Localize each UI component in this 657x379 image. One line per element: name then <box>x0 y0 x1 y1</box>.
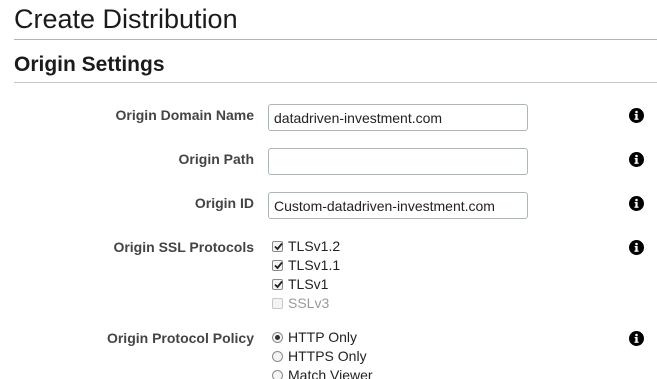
info-circle-icon[interactable] <box>629 240 644 255</box>
origin-domain-name-label: Origin Domain Name <box>115 107 254 123</box>
info-circle-icon[interactable] <box>629 196 644 211</box>
protocol-option-http-only[interactable]: HTTP Only <box>272 328 357 346</box>
origin-id-input[interactable] <box>268 192 528 219</box>
checkbox-disabled <box>272 297 283 309</box>
ssl-option-label: TLSv1 <box>288 276 329 292</box>
create-distribution-page: Create Distribution Origin Settings Orig… <box>0 0 657 379</box>
ssl-option-label: TLSv1.1 <box>288 257 341 273</box>
ssl-option-sslv3: SSLv3 <box>272 294 329 312</box>
ssl-option-tlsv1-2[interactable]: TLSv1.2 <box>272 237 340 255</box>
protocol-option-label: Match Viewer <box>288 367 373 379</box>
protocol-option-label: HTTPS Only <box>288 348 367 364</box>
radio-unselected[interactable] <box>272 350 283 362</box>
info-circle-icon[interactable] <box>629 152 644 167</box>
section-title: Origin Settings <box>14 53 165 76</box>
ssl-option-label: SSLv3 <box>288 295 330 311</box>
title-divider <box>14 39 657 40</box>
page-title: Create Distribution <box>14 4 238 34</box>
origin-path-input[interactable] <box>268 148 528 175</box>
origin-domain-name-input[interactable] <box>268 104 528 131</box>
radio-unselected[interactable] <box>272 369 283 379</box>
info-circle-icon[interactable] <box>629 108 644 123</box>
protocol-option-match-viewer[interactable]: Match Viewer <box>272 366 373 379</box>
ssl-option-tlsv1-1[interactable]: TLSv1.1 <box>272 256 340 274</box>
origin-id-label: Origin ID <box>194 195 254 211</box>
protocol-option-https-only[interactable]: HTTPS Only <box>272 347 367 365</box>
info-circle-icon[interactable] <box>629 331 644 346</box>
ssl-option-label: TLSv1.2 <box>288 238 341 254</box>
origin-ssl-protocols-label: Origin SSL Protocols <box>113 239 254 255</box>
checkbox-checked[interactable] <box>272 278 283 290</box>
protocol-option-label: HTTP Only <box>288 329 357 345</box>
ssl-option-tlsv1[interactable]: TLSv1 <box>272 275 328 293</box>
section-divider <box>14 82 657 83</box>
radio-selected[interactable] <box>272 331 283 343</box>
checkbox-checked[interactable] <box>272 240 283 252</box>
origin-path-label: Origin Path <box>178 151 254 167</box>
origin-protocol-policy-label: Origin Protocol Policy <box>106 330 254 346</box>
checkbox-checked[interactable] <box>272 259 283 271</box>
